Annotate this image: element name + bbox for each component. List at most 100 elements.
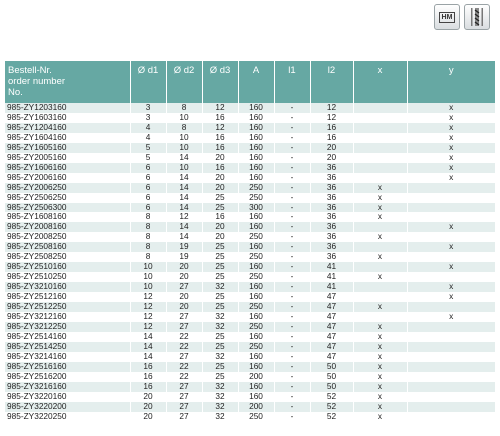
d3-cell: 25 [202,292,239,303]
y-cell [407,182,495,193]
order-number-cell: 985-ZY3214160 [5,351,131,362]
a-cell: 160 [238,212,275,223]
l2-cell: 41 [310,282,354,293]
y-cell [407,371,495,382]
d1-cell: 5 [130,142,167,153]
l1-cell: - [274,312,311,322]
x-cell: x [353,202,408,213]
header-d2: Ø d2 [166,61,203,103]
d3-cell: 25 [202,262,239,273]
table-row: 985-ZY1203160 3 8 12 160-12 x [5,103,495,113]
y-cell [407,391,495,402]
table-row: 985-ZY2005160 5 14 20 160-20 x [5,152,495,163]
d2-cell: 27 [166,411,203,422]
d1-cell: 3 [130,103,167,113]
coolant-drill-icon [464,4,490,30]
table-row: 985-ZY3220200 20 27 32 200-52 x [5,401,495,412]
table-row: 985-ZY2006250 6 14 20 250-36 x [5,182,495,193]
a-cell: 250 [238,182,275,193]
d3-cell: 20 [202,172,239,183]
x-cell [353,162,408,173]
x-cell: x [353,321,408,332]
d2-cell: 27 [166,401,203,412]
header-d1: Ø d1 [130,61,167,103]
table-row: 985-ZY1605160 5 10 16 160-20 x [5,142,495,153]
x-cell: x [353,302,408,313]
d2-cell: 14 [166,192,203,203]
header-l2: l2 [310,61,354,103]
d2-cell: 22 [166,371,203,382]
table-row: 985-ZY2516160 16 22 25 160-50 x [5,361,495,372]
l2-cell: 20 [310,152,354,163]
d3-cell: 25 [202,192,239,203]
d3-cell: 20 [202,152,239,163]
d3-cell: 32 [202,391,239,402]
a-cell: 160 [238,162,275,173]
a-cell: 160 [238,122,275,133]
d1-cell: 12 [130,321,167,332]
l2-cell: 47 [310,292,354,303]
order-number-cell: 985-ZY2514160 [5,331,131,342]
order-number-cell: 985-ZY2008250 [5,232,131,243]
d1-cell: 6 [130,192,167,203]
order-number-cell: 985-ZY1603160 [5,112,131,123]
d1-cell: 8 [130,242,167,253]
a-cell: 160 [238,331,275,342]
d2-cell: 27 [166,381,203,392]
table-header-row: Bestell-Nr. order number No. Ø d1 Ø d2 Ø d3 Al… [5,61,495,103]
order-number-cell: 985-ZY3216160 [5,381,131,392]
drill-bit-icon [471,8,483,26]
x-cell [353,242,408,253]
y-cell [407,361,495,372]
a-cell: 160 [238,132,275,143]
d1-cell: 6 [130,202,167,213]
x-cell [353,122,408,133]
d2-cell: 22 [166,361,203,372]
l2-cell: 50 [310,371,354,382]
y-cell: x [407,142,495,153]
l2-cell: 36 [310,242,354,253]
x-cell: x [353,341,408,352]
d2-cell: 10 [166,142,203,153]
y-cell [407,351,495,362]
y-cell: x [407,242,495,253]
a-cell: 200 [238,371,275,382]
x-cell: x [353,182,408,193]
y-cell: x [407,112,495,123]
y-cell: x [407,122,495,133]
d1-cell: 10 [130,262,167,273]
l1-cell: - [274,302,311,313]
l1-cell: - [274,122,311,133]
l1-cell: - [274,142,311,153]
d3-cell: 25 [202,202,239,213]
d3-cell: 32 [202,411,239,422]
d3-cell: 20 [202,222,239,233]
y-cell [407,212,495,223]
l2-cell: 16 [310,122,354,133]
a-cell: 160 [238,142,275,153]
a-cell: 160 [238,381,275,392]
d1-cell: 20 [130,411,167,422]
a-cell: 160 [238,351,275,362]
order-number-cell: 985-ZY3212250 [5,321,131,332]
x-cell [353,132,408,143]
d2-cell: 19 [166,242,203,253]
l2-cell: 52 [310,391,354,402]
hm-carbide-icon: HM [434,4,460,30]
a-cell: 160 [238,292,275,303]
header-l1: l1 [274,61,311,103]
table-row: 985-ZY3220250 20 27 32 250-52 x [5,411,495,422]
header-x: x [353,61,408,103]
l2-cell: 36 [310,252,354,263]
a-cell: 160 [238,312,275,322]
a-cell: 250 [238,341,275,352]
y-cell [407,202,495,213]
x-cell: x [353,232,408,243]
l1-cell: - [274,202,311,213]
order-number-cell: 985-ZY2510250 [5,272,131,283]
y-cell: x [407,222,495,233]
a-cell: 250 [238,192,275,203]
y-cell: x [407,312,495,322]
x-cell: x [353,331,408,342]
x-cell [353,262,408,273]
